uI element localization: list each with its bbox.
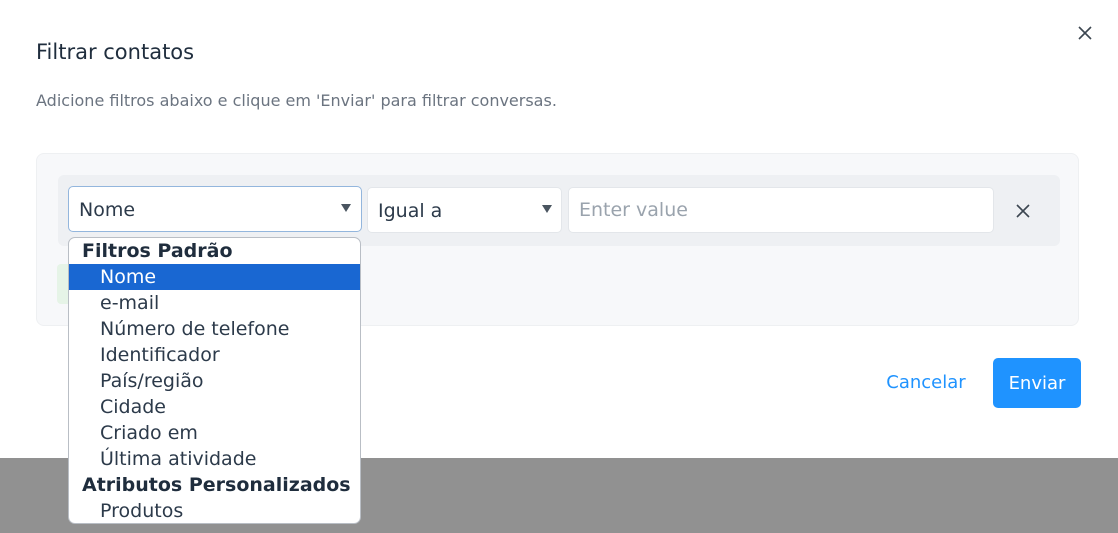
option-email[interactable]: e-mail xyxy=(69,290,360,316)
operator-select[interactable]: Igual a xyxy=(367,187,562,233)
option-created-at[interactable]: Criado em xyxy=(69,420,360,446)
submit-button[interactable]: Enviar xyxy=(993,358,1081,408)
attribute-select-value: Nome xyxy=(79,199,136,221)
caret-down-icon xyxy=(542,205,552,213)
attribute-select[interactable]: Nome xyxy=(68,186,362,232)
option-last-activity[interactable]: Última atividade xyxy=(69,446,360,472)
option-nome[interactable]: Nome xyxy=(69,264,360,290)
option-country[interactable]: País/região xyxy=(69,368,360,394)
operator-select-value: Igual a xyxy=(378,200,443,222)
option-group-label: Atributos Personalizados xyxy=(82,474,351,496)
option-products[interactable]: Produtos xyxy=(69,498,360,523)
option-phone[interactable]: Número de telefone xyxy=(69,316,360,342)
caret-down-icon xyxy=(341,204,351,212)
modal-title: Filtrar contatos xyxy=(36,40,195,64)
modal-subtitle: Adicione filtros abaixo e clique em 'Env… xyxy=(36,91,557,110)
close-icon[interactable] xyxy=(1074,22,1096,44)
attribute-dropdown-list: Filtros Padrão Nome e-mail Número de tel… xyxy=(68,237,361,524)
option-identifier[interactable]: Identificador xyxy=(69,342,360,368)
filter-value-input[interactable] xyxy=(568,187,994,233)
cancel-button[interactable]: Cancelar xyxy=(876,358,976,406)
option-group-label: Filtros Padrão xyxy=(82,240,233,262)
remove-filter-icon[interactable] xyxy=(1014,202,1032,220)
option-city[interactable]: Cidade xyxy=(69,394,360,420)
